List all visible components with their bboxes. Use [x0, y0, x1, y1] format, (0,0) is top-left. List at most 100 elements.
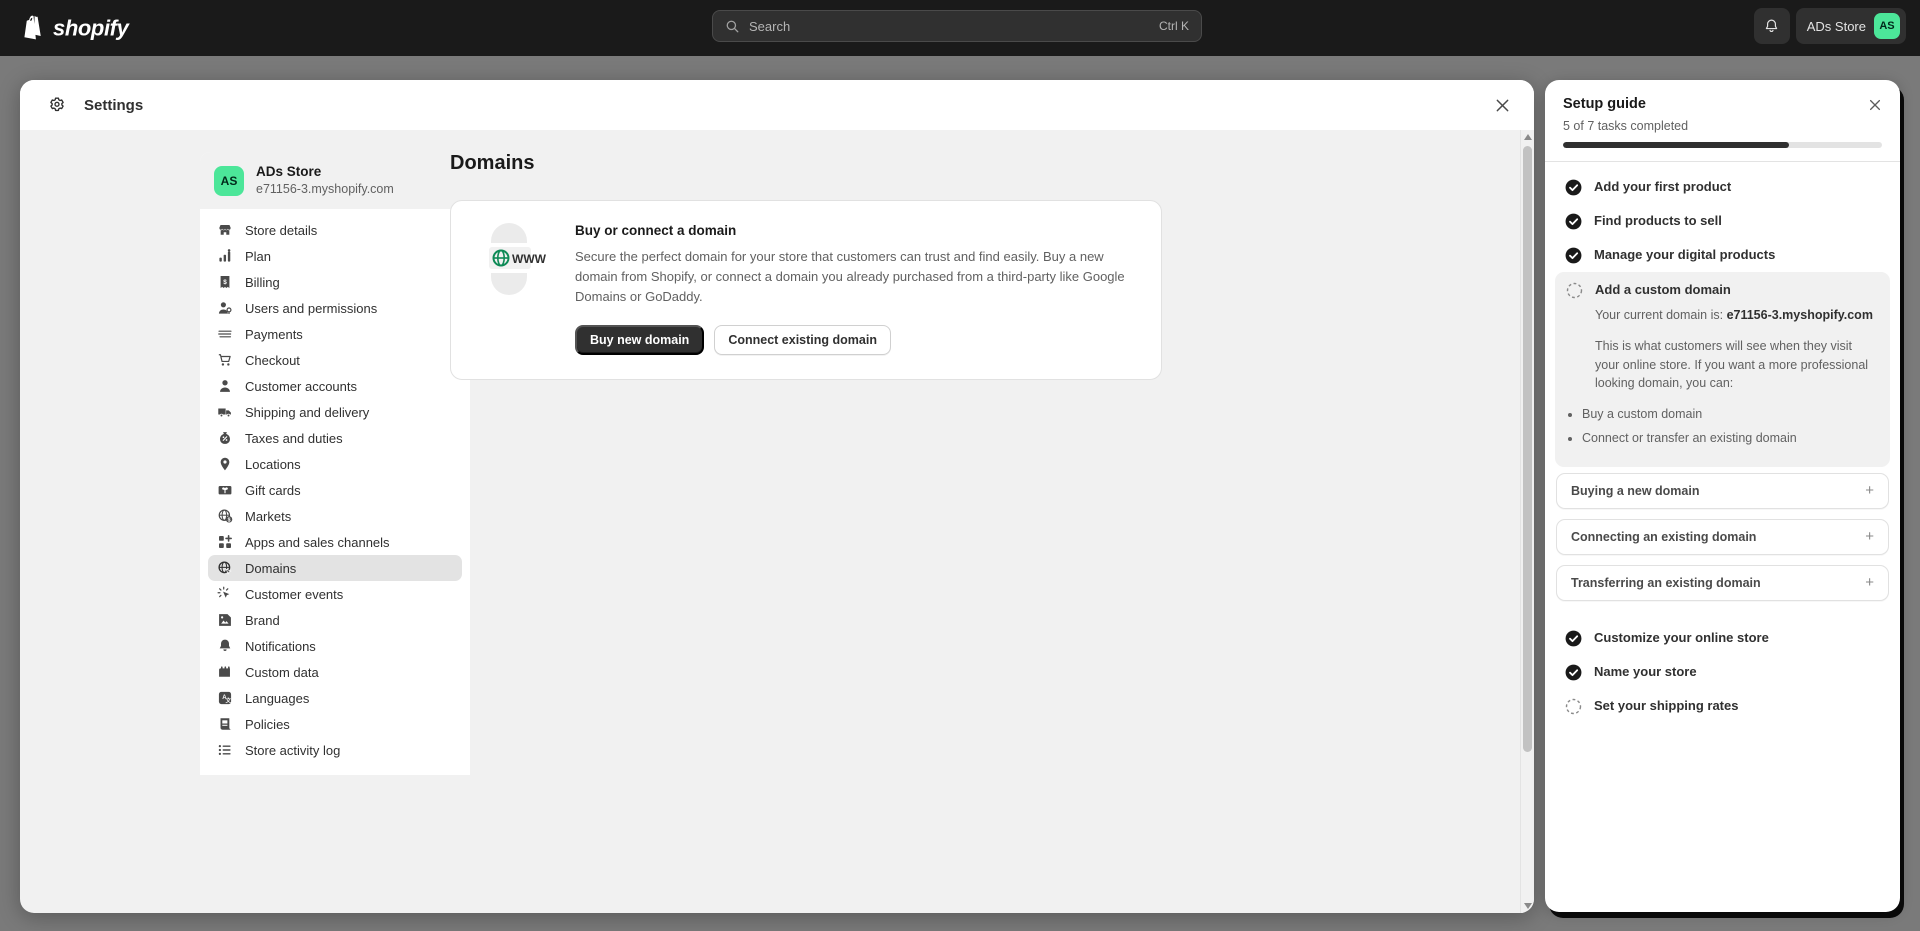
- sidebar-item-languages[interactable]: A文 Languages: [208, 685, 462, 711]
- sidebar-item-label: Markets: [245, 508, 292, 524]
- sidebar-item-customer-accounts[interactable]: Customer accounts: [208, 373, 462, 399]
- accordion-transferring-an-existing-domain[interactable]: Transferring an existing domain +: [1556, 564, 1889, 601]
- sidebar-item-gift-cards[interactable]: Gift cards: [208, 477, 462, 503]
- top-navigation-bar: shopify Search Ctrl K ADs Store AS: [0, 0, 1920, 56]
- sidebar-item-markets[interactable]: $ Markets: [208, 503, 462, 529]
- globe-cursor-icon: [216, 560, 233, 577]
- task-label: Set your shipping rates: [1594, 697, 1739, 713]
- www-globe-icon: WWW: [473, 221, 549, 297]
- buy-new-domain-button[interactable]: Buy new domain: [575, 325, 705, 356]
- progress-fill: [1563, 142, 1790, 148]
- policies-icon: [216, 716, 233, 733]
- task-label: Manage your digital products: [1594, 247, 1776, 262]
- settings-modal: Settings AS ADs Store e71156-3.myshopify…: [20, 80, 1534, 913]
- scrollbar-thumb[interactable]: [1523, 146, 1532, 752]
- setup-guide-header: Setup guide 5 of 7 tasks completed: [1545, 80, 1900, 161]
- plan-icon: [216, 248, 233, 265]
- accordion-title: Transferring an existing domain: [1571, 575, 1761, 590]
- task-header-row: Add a custom domain: [1566, 281, 1731, 299]
- task-label: Customize your online store: [1594, 629, 1769, 645]
- connect-existing-domain-button[interactable]: Connect existing domain: [714, 325, 891, 356]
- sidebar-item-taxes-and-duties[interactable]: Taxes and duties: [208, 425, 462, 451]
- shopify-logo[interactable]: shopify: [20, 14, 129, 43]
- bell-icon: [216, 638, 233, 655]
- sidebar-item-payments[interactable]: Payments: [208, 321, 462, 347]
- sidebar-item-billing[interactable]: $ Billing: [208, 269, 462, 295]
- users-icon: [216, 300, 233, 317]
- scroll-down-arrow-icon[interactable]: [1521, 899, 1535, 913]
- sidebar-item-label: Shipping and delivery: [245, 404, 370, 420]
- setup-guide-task-list-bottom: Customize your online store Name your st…: [1545, 615, 1900, 723]
- sidebar-item-locations[interactable]: Locations: [208, 451, 462, 477]
- task-label: Find products to sell: [1594, 213, 1722, 228]
- dashed-circle-icon: [1566, 282, 1583, 299]
- settings-nav-list: Store details Plan $ Billing Users and p…: [200, 209, 470, 776]
- sidebar-item-checkout[interactable]: Checkout: [208, 347, 462, 373]
- sidebar-item-shipping-and-delivery[interactable]: Shipping and delivery: [208, 399, 462, 425]
- sidebar-item-store-details[interactable]: Store details: [208, 217, 462, 243]
- task-name-your-store[interactable]: Name your store: [1555, 655, 1890, 689]
- sidebar-item-plan[interactable]: Plan: [208, 243, 462, 269]
- store-switcher-button[interactable]: ADs Store AS: [1795, 8, 1906, 44]
- topbar-right-group: ADs Store AS: [1753, 8, 1906, 44]
- task-detail: Your current domain is: e71156-3.myshopi…: [1595, 306, 1879, 393]
- domain-card-actions: Buy new domain Connect existing domain: [575, 325, 1139, 356]
- click-icon: [216, 586, 233, 603]
- settings-modal-header: Settings: [20, 80, 1534, 130]
- task-label: Add a custom domain: [1595, 282, 1731, 297]
- avatar: AS: [214, 165, 244, 196]
- plus-icon: +: [1865, 482, 1874, 500]
- sidebar-item-label: Taxes and duties: [245, 430, 343, 446]
- svg-text:$: $: [227, 517, 230, 523]
- sidebar-item-label: Domains: [245, 560, 297, 576]
- accordion-title: Connecting an existing domain: [1571, 529, 1757, 544]
- sidebar-item-notifications[interactable]: Notifications: [208, 633, 462, 659]
- check-circle-icon: [1565, 213, 1582, 230]
- truck-icon: [216, 404, 233, 421]
- sidebar-item-label: Payments: [245, 326, 303, 342]
- sidebar-item-brand[interactable]: Brand: [208, 607, 462, 633]
- sidebar-item-label: Notifications: [245, 638, 316, 654]
- task-add-your-first-product[interactable]: Add your first product: [1555, 170, 1890, 204]
- shopify-bag-icon: [24, 15, 41, 40]
- store-name-label: ADs Store: [1806, 18, 1866, 34]
- task-label: Name your store: [1594, 663, 1697, 679]
- sidebar-item-label: Users and permissions: [245, 300, 378, 316]
- task-customize-your-online-store[interactable]: Customize your online store: [1555, 621, 1890, 655]
- task-find-products-to-sell[interactable]: Find products to sell: [1555, 204, 1890, 238]
- sidebar-item-store-activity-log[interactable]: Store activity log: [208, 737, 462, 763]
- page-title: Domains: [450, 152, 535, 174]
- list-item: Buy a custom domain: [1582, 405, 1797, 424]
- sidebar-item-label: Locations: [245, 456, 301, 472]
- sidebar-item-policies[interactable]: Policies: [208, 711, 462, 737]
- sidebar-item-custom-data[interactable]: Custom data: [208, 659, 462, 685]
- settings-store-header[interactable]: AS ADs Store e71156-3.myshopify.com: [200, 152, 470, 210]
- task-manage-your-digital-products[interactable]: Manage your digital products: [1555, 238, 1890, 272]
- apps-plus-icon: [216, 534, 233, 551]
- setup-guide-accordions: Buying a new domain + Connecting an exis…: [1545, 467, 1900, 615]
- accordion-connecting-an-existing-domain[interactable]: Connecting an existing domain +: [1556, 518, 1889, 555]
- notifications-button[interactable]: [1753, 8, 1790, 44]
- brand-icon: [216, 612, 233, 629]
- taxes-icon: [216, 430, 233, 447]
- sidebar-item-apps-and-sales-channels[interactable]: Apps and sales channels: [208, 529, 462, 555]
- sidebar-item-label: Policies: [245, 716, 290, 732]
- settings-modal-scrollbar[interactable]: [1520, 130, 1534, 913]
- close-icon[interactable]: [1488, 91, 1516, 119]
- sidebar-item-label: Languages: [245, 690, 310, 706]
- list-item: Connect or transfer an existing domain: [1582, 429, 1797, 448]
- sidebar-item-users-and-permissions[interactable]: Users and permissions: [208, 295, 462, 321]
- accordion-buying-a-new-domain[interactable]: Buying a new domain +: [1556, 472, 1889, 509]
- task-add-a-custom-domain[interactable]: Add a custom domain Your current domain …: [1555, 272, 1890, 467]
- sidebar-item-domains[interactable]: Domains: [208, 555, 462, 582]
- globe-dollar-icon: $: [216, 508, 233, 525]
- scroll-up-arrow-icon[interactable]: [1521, 130, 1535, 144]
- setup-guide-progress-bar: [1563, 142, 1882, 148]
- close-icon[interactable]: [1864, 94, 1886, 116]
- global-search-bar[interactable]: Search Ctrl K: [712, 10, 1202, 42]
- svg-text:WWW: WWW: [512, 252, 547, 266]
- check-circle-icon: [1565, 630, 1582, 647]
- sidebar-item-customer-events[interactable]: Customer events: [208, 581, 462, 607]
- task-set-your-shipping-rates[interactable]: Set your shipping rates: [1555, 689, 1890, 723]
- current-domain-prefix: Your current domain is:: [1595, 308, 1727, 322]
